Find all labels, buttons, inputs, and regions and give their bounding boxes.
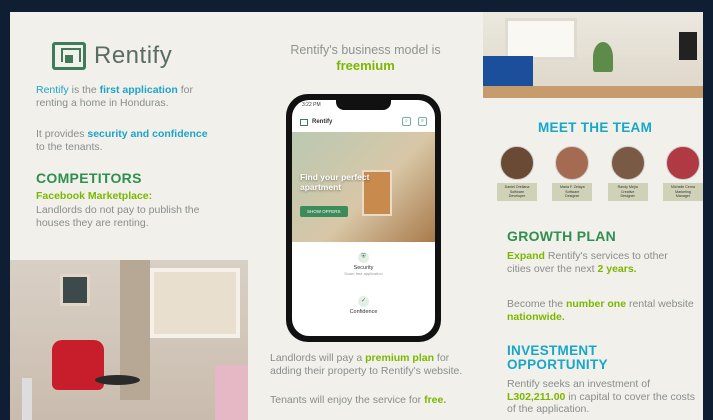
avatar	[555, 146, 590, 180]
menu-icon[interactable]: ≡	[418, 117, 427, 126]
growth-nationwide: nationwide.	[507, 310, 565, 323]
brand-name: Rentify	[94, 42, 173, 69]
search-icon[interactable]: ⌕	[402, 117, 411, 126]
living-room-photo	[10, 260, 248, 420]
team-member: Maria F. Zelaya Software Designer	[552, 146, 593, 201]
avatar	[610, 146, 645, 180]
tenants-free: free.	[424, 394, 447, 406]
provides-security: security and confidence	[87, 128, 208, 140]
feature-title: Confidence	[349, 309, 378, 315]
investment-heading: INVESTMENT OPPORTUNITY	[507, 343, 608, 372]
member-card: Daniel Orellana Software Developer	[497, 183, 537, 201]
apartment-photo	[483, 12, 703, 98]
intro-text: Rentify is the first application for ren…	[36, 84, 216, 109]
phone-time: 3:22 PM	[302, 102, 321, 108]
brand-logo: Rentify	[52, 42, 172, 70]
app-logo-icon	[300, 118, 308, 126]
center-column: Rentify's business model is freemium 3:2…	[248, 12, 483, 420]
team-member: Daniel Orellana Software Developer	[497, 146, 537, 201]
investment-t1: Rentify seeks an investment of	[507, 378, 650, 390]
landlords-text: Landlords will pay a premium plan for ad…	[270, 352, 470, 377]
growth-years: 2 years.	[597, 262, 637, 275]
growth-t3: rental website	[626, 298, 694, 310]
member-card: Michelle Cerna Marketing Manager	[662, 183, 703, 201]
team-heading: MEET THE TEAM	[538, 120, 653, 135]
shield-icon: ⛨	[358, 252, 369, 263]
intro-t1: is the	[68, 84, 100, 96]
team-member: Randy Mejía Creative Designer	[607, 146, 648, 201]
member-card: Randy Mejía Creative Designer	[607, 183, 648, 201]
show-offers-button[interactable]: SHOW OFFERS	[300, 206, 348, 217]
feature-security: ⛨ Security Scam free application	[292, 252, 435, 276]
house-logo-icon	[52, 42, 86, 70]
hero-text: Find your perfect apartment	[300, 172, 370, 192]
member-card: Maria F. Zelaya Software Designer	[552, 183, 593, 201]
business-model-label: Rentify's business model is	[290, 43, 441, 57]
landlords-t1: Landlords will pay a	[270, 352, 366, 364]
app-hero: Find your perfect apartment SHOW OFFERS	[292, 132, 435, 242]
feature-sub: Scam free application	[344, 271, 383, 276]
investment-amount: L302,211.00	[507, 390, 566, 403]
business-model-value: freemium	[336, 58, 395, 73]
team-list: Daniel Orellana Software Developer Maria F…	[497, 146, 703, 201]
avatar	[500, 146, 534, 180]
intro-first-app: first application	[99, 84, 178, 96]
growth-expand: Expand	[507, 250, 545, 262]
tenants-text: Tenants will enjoy the service for free.	[270, 394, 470, 407]
provides-t2: to the tenants.	[36, 140, 103, 153]
team-member: Michelle Cerna Marketing Manager	[662, 146, 703, 201]
left-column: Rentify Rentify is the first application…	[10, 12, 248, 420]
premium-plan: premium plan	[365, 352, 434, 364]
investment-text: Rentify seeks an investment of L302,211.…	[507, 378, 697, 416]
app-header: Rentify ⌕ ≡	[292, 114, 435, 130]
competitors-heading: COMPETITORS	[36, 170, 142, 186]
competitor-text: Landlords do not pay to publish the hous…	[36, 204, 200, 229]
growth-text-1: Expand Rentify's services to other citie…	[507, 250, 672, 275]
brochure-sheet: Rentify Rentify is the first application…	[10, 12, 703, 420]
phone-mockup: 3:22 PM Rentify ⌕ ≡ Find your perfect ap…	[286, 94, 441, 342]
business-model-title: Rentify's business model is freemium	[248, 42, 483, 74]
phone-screen: 3:22 PM Rentify ⌕ ≡ Find your perfect ap…	[292, 100, 435, 336]
feature-confidence: ✓ Confidence	[292, 296, 435, 315]
provides-text: It provides security and confidence to t…	[36, 128, 211, 153]
growth-text-2: Become the number one rental website nat…	[507, 298, 697, 323]
avatar	[665, 146, 700, 180]
growth-heading: GROWTH PLAN	[507, 228, 617, 244]
handshake-icon: ✓	[358, 296, 369, 307]
right-column: MEET THE TEAM Daniel Orellana Software Dev…	[483, 12, 703, 420]
growth-number-one: number one	[565, 298, 627, 310]
competitor-name: Facebook Marketplace:	[36, 190, 153, 202]
growth-t2: Become the	[507, 298, 566, 310]
app-name: Rentify	[312, 119, 333, 125]
provides-t1: It provides	[36, 128, 88, 140]
tenants-t1: Tenants will enjoy the service for	[270, 394, 425, 406]
intro-brand: Rentify	[36, 84, 69, 96]
